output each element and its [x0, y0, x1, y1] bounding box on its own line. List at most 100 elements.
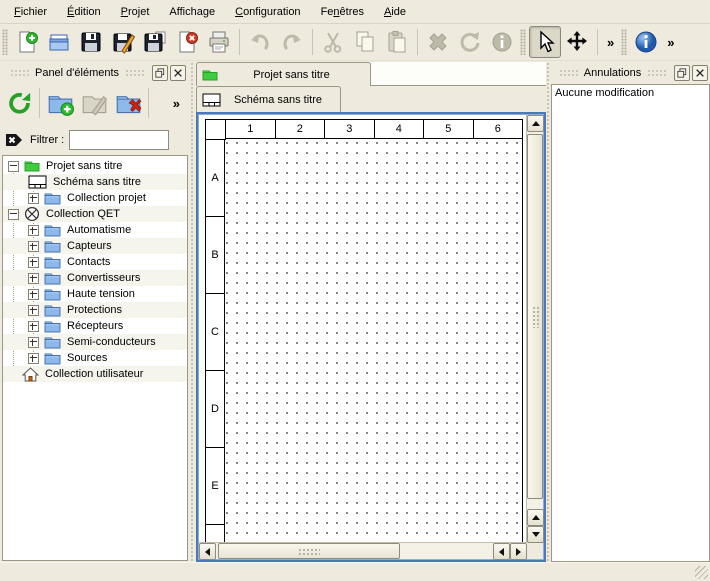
menu-item-configuration[interactable]: Configuration: [225, 0, 310, 23]
close-dock-button[interactable]: [692, 65, 708, 81]
tree-item-automatisme[interactable]: Automatisme: [3, 222, 187, 238]
menu-item-fichier[interactable]: Fichier: [4, 0, 57, 23]
save-all-button[interactable]: [139, 26, 171, 58]
horizontal-scroll-track[interactable]: [216, 543, 493, 559]
tree-item-collection-qet[interactable]: Collection QET: [3, 206, 187, 222]
menu-item-fentres[interactable]: Fenêtres: [311, 0, 374, 23]
expander-plus-icon[interactable]: [28, 241, 39, 252]
tree-item-collection-projet[interactable]: Collection projet: [3, 190, 187, 206]
menu-item-dition[interactable]: Édition: [57, 0, 111, 23]
scroll-up-button-2[interactable]: [527, 509, 544, 526]
menu-item-projet[interactable]: Projet: [111, 0, 160, 23]
expander-plus-icon[interactable]: [28, 337, 39, 348]
undo-panel-titlebar[interactable]: Annulations: [553, 64, 708, 82]
tree-item-convertisseurs[interactable]: Convertisseurs: [3, 270, 187, 286]
expander-plus-icon[interactable]: [28, 225, 39, 236]
expander-plus-icon[interactable]: [28, 321, 39, 332]
tree-item-capteurs[interactable]: Capteurs: [3, 238, 187, 254]
close-file-button[interactable]: [171, 26, 203, 58]
scroll-up-button[interactable]: [527, 115, 544, 132]
tree-item-label: Schéma sans titre: [53, 176, 141, 188]
delete-button[interactable]: [422, 26, 454, 58]
folder-icon: [44, 223, 61, 237]
diagram-tab[interactable]: Schéma sans titre: [196, 86, 341, 112]
tree-item-semi-conducteurs[interactable]: Semi-conducteurs: [3, 334, 187, 350]
tree-item-label: Collection projet: [67, 192, 146, 204]
expander-plus-icon[interactable]: [28, 289, 39, 300]
copy-button[interactable]: [349, 26, 381, 58]
horizontal-scrollbar[interactable]: [199, 542, 527, 559]
overflow-chevron[interactable]: »: [173, 96, 180, 111]
float-dock-button[interactable]: [674, 65, 690, 81]
undo-button[interactable]: [244, 26, 276, 58]
clear-filter-icon[interactable]: [4, 131, 24, 149]
vertical-scroll-track[interactable]: [527, 132, 543, 509]
tree-item-sources[interactable]: Sources: [3, 350, 187, 366]
vertical-scrollbar[interactable]: [526, 115, 543, 543]
expander-plus-icon[interactable]: [28, 305, 39, 316]
toolbar-handle[interactable]: [520, 29, 526, 55]
delete-category-button[interactable]: [111, 86, 145, 120]
elements-panel-titlebar[interactable]: Panel d'éléments: [4, 64, 186, 82]
menu-item-aide[interactable]: Aide: [374, 0, 416, 23]
open-button[interactable]: [43, 26, 75, 58]
redo-button[interactable]: [276, 26, 308, 58]
elements-tree[interactable]: Projet sans titre Schéma sans titre Collec…: [2, 155, 188, 561]
expander-plus-icon[interactable]: [28, 193, 39, 204]
tree-item-recepteurs[interactable]: Récepteurs: [3, 318, 187, 334]
expander-minus-icon[interactable]: [8, 161, 19, 172]
filter-input[interactable]: [69, 130, 169, 150]
scroll-left-button-2[interactable]: [493, 543, 510, 560]
paste-button[interactable]: [381, 26, 413, 58]
new-file-button[interactable]: [11, 26, 43, 58]
expander-plus-icon[interactable]: [28, 273, 39, 284]
cut-button[interactable]: [317, 26, 349, 58]
save-as-button[interactable]: [107, 26, 139, 58]
vertical-scroll-thumb[interactable]: [527, 134, 543, 499]
about-qet-button[interactable]: [630, 26, 662, 58]
expander-plus-icon[interactable]: [28, 257, 39, 268]
diagram-canvas[interactable]: 123456 ABCDE: [199, 115, 527, 543]
overflow-chevron[interactable]: »: [602, 35, 619, 50]
elements-panel-title: Panel d'éléments: [35, 67, 119, 79]
expander-plus-icon[interactable]: [28, 353, 39, 364]
tree-item-label: Capteurs: [67, 240, 112, 252]
tree-item-schema-sans-titre[interactable]: Schéma sans titre: [3, 174, 187, 190]
rotate-button[interactable]: [454, 26, 486, 58]
overflow-chevron[interactable]: »: [662, 35, 679, 50]
expander-minus-icon[interactable]: [8, 209, 19, 220]
select-tool-button[interactable]: [529, 26, 561, 58]
close-file-icon: [175, 30, 199, 54]
print-button[interactable]: [203, 26, 235, 58]
undo-history-list[interactable]: Aucune modification: [551, 84, 710, 562]
toolbar-separator: [39, 88, 40, 118]
tree-item-haute-tension[interactable]: Haute tension: [3, 286, 187, 302]
save-button[interactable]: [75, 26, 107, 58]
scroll-down-button[interactable]: [527, 526, 544, 543]
new-category-button[interactable]: [43, 86, 77, 120]
resize-grip-icon[interactable]: [695, 566, 708, 579]
menu-item-affichage[interactable]: Affichage: [159, 0, 225, 23]
tree-item-projet-sans-titre[interactable]: Projet sans titre: [3, 158, 187, 174]
horizontal-scroll-thumb[interactable]: [218, 543, 400, 559]
project-tab[interactable]: Projet sans titre: [196, 62, 371, 86]
scroll-left-button[interactable]: [199, 543, 216, 560]
undo-list-item[interactable]: Aucune modification: [552, 85, 709, 101]
close-dock-button[interactable]: [170, 65, 186, 81]
toolbar-handle[interactable]: [621, 29, 627, 55]
right-splitter[interactable]: [546, 62, 550, 562]
toolbar-handle[interactable]: [2, 29, 8, 55]
edit-category-button[interactable]: [77, 86, 111, 120]
tree-item-contacts[interactable]: Contacts: [3, 254, 187, 270]
folder-edit-icon: [81, 90, 108, 117]
tree-item-collection-utilisateur[interactable]: Collection utilisateur: [3, 366, 187, 382]
new-file-icon: [15, 30, 39, 54]
pan-tool-button[interactable]: [561, 26, 593, 58]
element-info-button[interactable]: [486, 26, 518, 58]
main-toolbar: »»: [0, 24, 710, 61]
arrow-up-icon: [532, 515, 540, 520]
reload-collections-button[interactable]: [2, 86, 36, 120]
tree-item-protections[interactable]: Protections: [3, 302, 187, 318]
scroll-right-button[interactable]: [510, 543, 527, 560]
float-dock-button[interactable]: [152, 65, 168, 81]
